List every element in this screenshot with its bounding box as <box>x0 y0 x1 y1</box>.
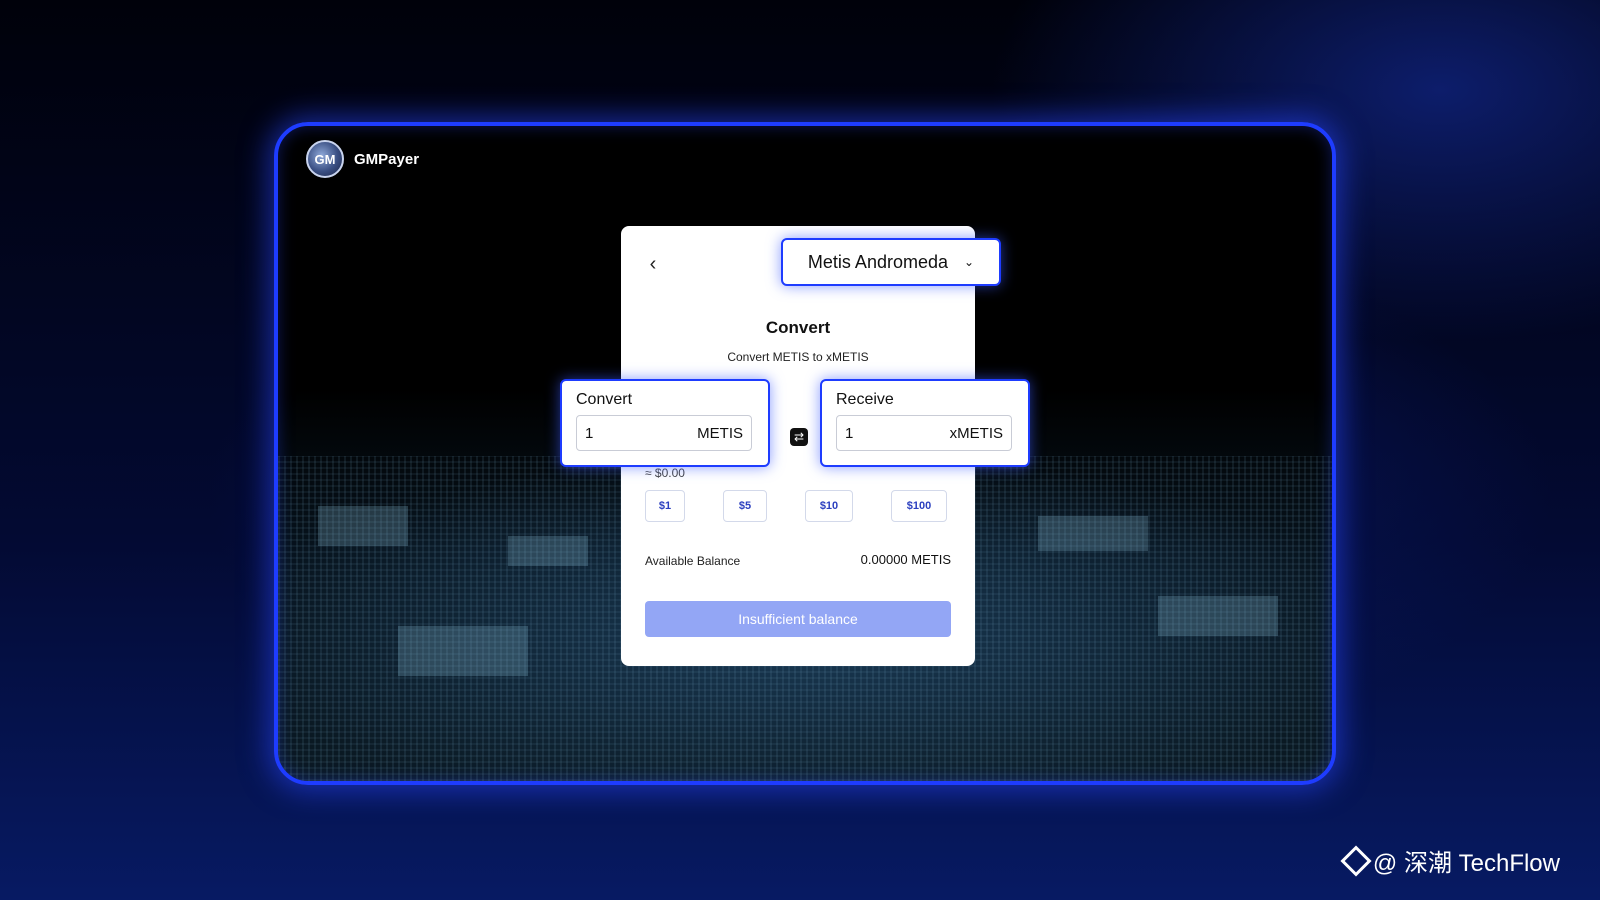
card-subtitle: Convert METIS to xMETIS <box>727 350 869 364</box>
receive-box: Receive 1 xMETIS <box>820 379 1030 467</box>
network-selected-value: Metis Andromeda <box>807 251 948 272</box>
receive-amount-value: 1 <box>845 424 854 442</box>
convert-box: Convert 1 METIS <box>560 379 770 467</box>
convert-amount-value: 1 <box>585 424 594 442</box>
swap-arrows-icon[interactable]: ⇄ <box>790 428 808 446</box>
available-balance-value: 0.00000 METIS <box>860 552 951 567</box>
chevron-left-icon: ‹ <box>649 253 657 275</box>
watermark: @ 深潮 TechFlow <box>1340 843 1560 878</box>
network-select[interactable]: Metis Andromeda ⌄ <box>781 238 1001 286</box>
preset-1-button[interactable]: $1 <box>645 490 685 522</box>
watermark-text: @ 深潮 TechFlow <box>1372 850 1560 877</box>
chevron-down-icon: ⌄ <box>964 255 975 269</box>
convert-label: Convert <box>576 391 633 408</box>
card-title: Convert <box>765 318 831 337</box>
preset-100-button[interactable]: $100 <box>891 490 947 522</box>
receive-unit: xMETIS <box>949 424 1003 442</box>
receive-label: Receive <box>836 391 894 408</box>
preset-5-button[interactable]: $5 <box>723 490 767 522</box>
preset-10-button[interactable]: $10 <box>805 490 853 522</box>
receive-amount-input[interactable]: 1 xMETIS <box>836 415 1012 451</box>
submit-button[interactable]: Insufficient balance <box>645 601 951 637</box>
convert-amount-input[interactable]: 1 METIS <box>576 415 752 451</box>
back-button[interactable]: ‹ <box>643 254 663 274</box>
amount-presets: $1 $5 $10 $100 <box>645 490 951 522</box>
binance-diamond-icon <box>1340 844 1372 877</box>
available-balance-label: Available Balance <box>645 554 741 568</box>
convert-unit: METIS <box>697 424 743 442</box>
usd-approx-value: ≈ $0.00 <box>645 466 685 480</box>
